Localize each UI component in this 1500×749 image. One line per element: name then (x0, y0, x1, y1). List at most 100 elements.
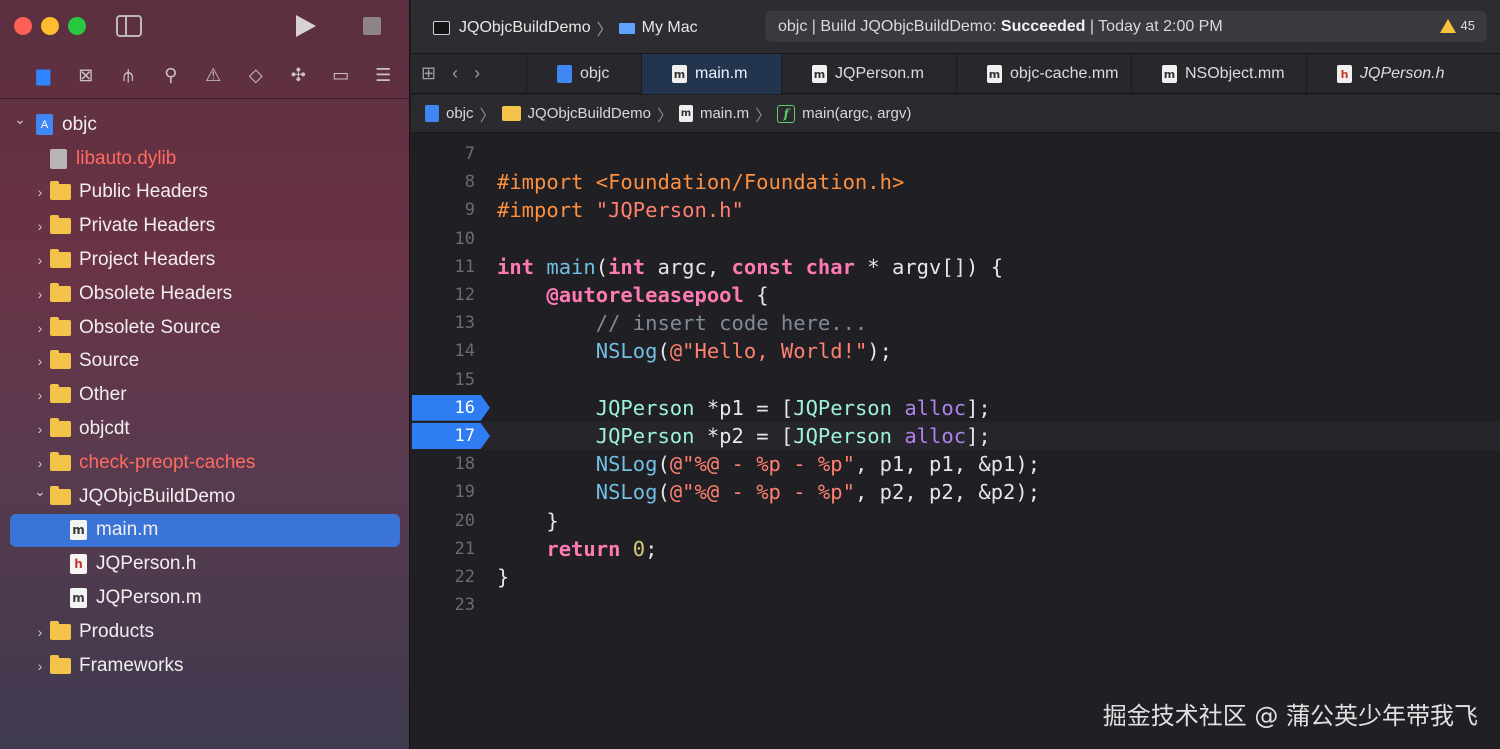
chevron-down-icon[interactable]: ⌄ (10, 111, 30, 128)
code-line[interactable]: 12 @autoreleasepool { (411, 281, 1500, 309)
folder-icon[interactable]: ▆ (22, 63, 65, 87)
code-line[interactable]: 15 (411, 366, 1500, 394)
breakpoint-marker[interactable]: 17 (412, 423, 490, 449)
source-editor[interactable]: 7 8 #import <Foundation/Foundation.h> 9 #imp… (411, 134, 1500, 749)
tree-item-private-headers[interactable]: › Private Headers (10, 209, 400, 243)
code-line[interactable]: 19 NSLog(@"%@ - %p - %p", p2, p2, &p2); (411, 478, 1500, 506)
chevron-right-icon[interactable]: › (30, 184, 50, 200)
issue-icon[interactable]: ⚠ (192, 63, 235, 87)
code-line[interactable]: 20 } (411, 507, 1500, 535)
line-number[interactable]: 13 (411, 313, 475, 333)
tree-item-check-preopt-caches[interactable]: › check-preopt-caches (10, 446, 400, 480)
line-number[interactable]: 19 (411, 482, 475, 502)
chevron-right-icon[interactable]: › (30, 658, 50, 674)
forward-arrow-icon[interactable]: › (474, 63, 480, 84)
line-number[interactable]: 7 (411, 144, 475, 164)
line-number[interactable]: 23 (411, 595, 475, 615)
code-line[interactable]: 18 NSLog(@"%@ - %p - %p", p1, p1, &p1); (411, 450, 1500, 478)
back-arrow-icon[interactable]: ‹ (452, 63, 458, 84)
tab-main-m[interactable]: m main.m (641, 54, 781, 94)
tree-item-project-headers[interactable]: › Project Headers (10, 243, 400, 277)
tab-jqperson-h[interactable]: h JQPerson.h (1306, 54, 1466, 94)
chevron-right-icon[interactable]: › (30, 421, 50, 437)
line-number[interactable]: 18 (411, 454, 475, 474)
line-number[interactable]: 12 (411, 285, 475, 305)
line-number[interactable]: 22 (411, 567, 475, 587)
tree-item-main-m[interactable]: m main.m (10, 513, 400, 548)
code-line[interactable]: 10 (411, 225, 1500, 253)
code-line[interactable]: 8 #import <Foundation/Foundation.h> (411, 168, 1500, 196)
code-text[interactable]: #import "JQPerson.h" (497, 198, 744, 222)
run-button[interactable] (296, 15, 316, 37)
tree-item-other[interactable]: › Other (10, 378, 400, 412)
report-icon[interactable]: ☰ (362, 63, 405, 87)
jump-bar-group[interactable]: JQObjcBuildDemo (501, 105, 651, 122)
line-number[interactable]: 10 (411, 229, 475, 249)
line-number[interactable]: 9 (411, 200, 475, 220)
tab-objc-cache-mm[interactable]: m objc-cache.mm (956, 54, 1131, 94)
tree-item-jqobjcbuilddemo[interactable]: ⌄ JQObjcBuildDemo (10, 480, 400, 514)
code-text[interactable]: // insert code here... (497, 311, 868, 335)
code-text[interactable]: NSLog(@"Hello, World!"); (497, 339, 892, 363)
chevron-right-icon[interactable]: › (30, 624, 50, 640)
code-line[interactable]: 16 JQPerson *p1 = [JQPerson alloc]; (411, 394, 1500, 422)
minimize-window-button[interactable] (41, 17, 59, 35)
scheme-selector[interactable]: JQObjcBuildDemo 〉 My Mac (433, 16, 698, 40)
line-number[interactable]: 20 (411, 511, 475, 531)
source-control-icon[interactable]: ⊠ (65, 63, 108, 87)
code-text[interactable]: @autoreleasepool { (497, 283, 768, 307)
code-text[interactable]: int main(int argc, const char * argv[]) … (497, 255, 1003, 279)
grid-icon[interactable]: ⊞ (421, 63, 436, 84)
chevron-right-icon[interactable]: › (30, 286, 50, 302)
tree-item-source[interactable]: › Source (10, 345, 400, 379)
tree-item-libauto-dylib[interactable]: libauto.dylib (10, 142, 400, 176)
line-number[interactable]: 11 (411, 257, 475, 277)
tree-item-jqperson-m[interactable]: m JQPerson.m (10, 581, 400, 615)
code-text[interactable]: NSLog(@"%@ - %p - %p", p1, p1, &p1); (497, 452, 1040, 476)
code-line[interactable]: 7 (411, 140, 1500, 168)
chevron-right-icon[interactable]: › (30, 455, 50, 471)
tree-item-public-headers[interactable]: › Public Headers (10, 176, 400, 210)
code-line[interactable]: 11 int main(int argc, const char * argv[]… (411, 253, 1500, 281)
warning-count-badge[interactable]: 45 (1439, 18, 1475, 33)
line-number[interactable]: 14 (411, 341, 475, 361)
code-line[interactable]: 23 (411, 591, 1500, 619)
breakpoint-icon[interactable]: ▭ (320, 63, 363, 87)
code-line[interactable]: 21 return 0; (411, 535, 1500, 563)
line-number[interactable]: 8 (411, 172, 475, 192)
tab-jqperson-m[interactable]: m JQPerson.m (781, 54, 956, 94)
close-window-button[interactable] (14, 17, 32, 35)
code-text[interactable]: JQPerson *p1 = [JQPerson alloc]; (497, 396, 991, 420)
code-line[interactable]: 14 NSLog(@"Hello, World!"); (411, 337, 1500, 365)
code-line[interactable]: 22} (411, 563, 1500, 591)
chevron-right-icon[interactable]: › (30, 353, 50, 369)
code-text[interactable]: #import <Foundation/Foundation.h> (497, 170, 904, 194)
chevron-right-icon[interactable]: › (30, 320, 50, 336)
tab-nsobject-mm[interactable]: m NSObject.mm (1131, 54, 1306, 94)
stop-button[interactable] (363, 17, 381, 35)
chevron-right-icon[interactable]: › (30, 252, 50, 268)
code-text[interactable]: return 0; (497, 537, 657, 561)
chevron-right-icon[interactable]: › (30, 387, 50, 403)
line-number[interactable]: 15 (411, 370, 475, 390)
chevron-down-icon[interactable]: ⌄ (30, 483, 50, 500)
tree-item-objcdt[interactable]: › objcdt (10, 412, 400, 446)
tree-item-products[interactable]: › Products (10, 615, 400, 649)
code-text[interactable]: } (497, 565, 509, 589)
code-text[interactable]: } (497, 509, 558, 533)
hierarchy-icon[interactable]: ⫛ (107, 63, 150, 87)
tree-item-obsolete-headers[interactable]: › Obsolete Headers (10, 277, 400, 311)
chevron-right-icon[interactable]: › (30, 218, 50, 234)
sidebar-toggle-icon[interactable] (116, 15, 142, 37)
jump-bar-project[interactable]: objc (425, 105, 474, 122)
test-icon[interactable]: ◇ (235, 63, 278, 87)
code-line[interactable]: 13 // insert code here... (411, 309, 1500, 337)
debug-icon[interactable]: ✣ (277, 63, 320, 87)
line-number[interactable]: 21 (411, 539, 475, 559)
breakpoint-marker[interactable]: 16 (412, 394, 490, 421)
code-text[interactable]: JQPerson *p2 = [JQPerson alloc]; (497, 424, 991, 448)
code-text[interactable]: NSLog(@"%@ - %p - %p", p2, p2, &p2); (497, 480, 1040, 504)
tree-item-objc[interactable]: ⌄ Aobjc (10, 108, 400, 142)
tree-item-frameworks[interactable]: › Frameworks (10, 649, 400, 683)
jump-bar-symbol[interactable]: f main(argc, argv) (777, 104, 911, 123)
